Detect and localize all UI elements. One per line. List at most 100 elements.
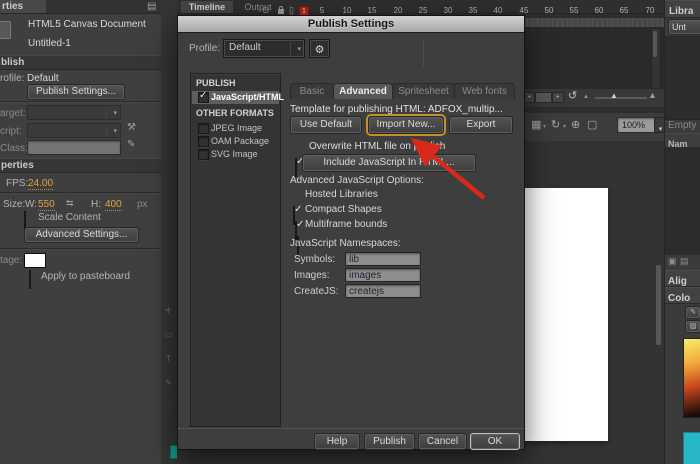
include-javascript-button[interactable]: Include JavaScript In HTML...	[302, 154, 476, 172]
slider-min-icon[interactable]: ▲	[583, 94, 589, 100]
timeline-vertical-scrollbar[interactable]	[651, 28, 661, 89]
tab-output[interactable]: Output	[236, 1, 280, 13]
new-folder-icon[interactable]: ▤	[680, 256, 689, 267]
publish-header: PUBLISH	[196, 78, 236, 88]
images-input[interactable]	[345, 268, 421, 282]
color-panel-header[interactable]: Colo	[665, 287, 700, 304]
use-default-button[interactable]: Use Default	[290, 116, 362, 134]
document-icon	[0, 21, 11, 39]
color-panel-title: Colo	[668, 293, 691, 304]
class-field[interactable]	[27, 140, 121, 155]
tool-icon[interactable]: T	[166, 354, 171, 363]
size-label: Size:	[3, 199, 26, 210]
tab-properties[interactable]: rties	[0, 0, 46, 13]
panel-menu-icon[interactable]: ▤	[147, 1, 156, 12]
tab-basic[interactable]: Basic	[290, 83, 334, 99]
symbols-input[interactable]	[345, 252, 421, 266]
script-dropdown[interactable]: ▾	[27, 123, 121, 138]
format-row-selected[interactable]: JavaScript/HTML	[192, 90, 284, 104]
link-icon[interactable]: ⇆	[66, 198, 74, 209]
align-panel-title: Alig	[668, 276, 687, 287]
tab-web-fonts[interactable]: Web fonts	[454, 83, 515, 99]
apply-pasteboard-checkbox[interactable]	[29, 270, 31, 289]
format-checkbox[interactable]	[198, 149, 209, 160]
scene-clapperboard-icon[interactable]: ▦	[531, 118, 541, 131]
ruler-number: 35	[468, 6, 478, 15]
export-button[interactable]: Export	[449, 116, 513, 134]
timeline-zoom-slider[interactable]	[595, 97, 647, 99]
pencil-icon: ✎	[690, 309, 696, 316]
format-checkbox[interactable]	[198, 90, 209, 103]
wrench-icon[interactable]: ⚒	[127, 122, 136, 133]
ruler-number: 15	[367, 6, 377, 15]
edit-symbols-icon[interactable]: ↻	[551, 118, 560, 131]
cyan-color-swatch[interactable]	[683, 432, 700, 464]
format-checkbox[interactable]	[198, 136, 209, 147]
dialog-profile-dropdown[interactable]: Default ▾	[223, 39, 305, 58]
height-value[interactable]: 400	[105, 199, 122, 211]
advanced-settings-button[interactable]: Advanced Settings...	[24, 227, 139, 243]
dialog-titlebar[interactable]: Publish Settings	[178, 16, 524, 33]
properties-section-header[interactable]: perties	[0, 158, 162, 173]
pencil-icon[interactable]: ✎	[127, 139, 135, 150]
tool-icon[interactable]: ▭	[165, 330, 173, 339]
help-button[interactable]: Help	[314, 433, 360, 450]
ruler-number: 25	[418, 6, 428, 15]
tool-icon[interactable]: ✎	[165, 378, 172, 387]
format-row[interactable]: JPEG Image	[192, 122, 279, 135]
ok-button[interactable]: OK	[470, 433, 520, 450]
tab-timeline[interactable]: Timeline	[181, 1, 233, 13]
fill-color-button[interactable]: ▨	[685, 320, 700, 333]
library-panel-header[interactable]: Libra	[665, 0, 700, 18]
format-label: SVG Image	[211, 149, 258, 159]
stage-color-swatch[interactable]	[24, 253, 46, 268]
tab-advanced[interactable]: Advanced	[333, 83, 393, 99]
publish-button[interactable]: Publish	[364, 433, 415, 450]
other-formats-header: OTHER FORMATS	[196, 108, 274, 118]
ruler-number: 5	[319, 6, 325, 15]
cancel-button[interactable]: Cancel	[418, 433, 467, 450]
format-checkbox[interactable]	[198, 123, 209, 134]
lock-icon[interactable]	[278, 6, 284, 14]
target-dropdown[interactable]: ▾	[27, 105, 121, 120]
format-row[interactable]: SVG Image	[192, 148, 279, 161]
color-gradient-picker[interactable]	[683, 338, 700, 418]
ruler-number: 65	[619, 6, 629, 15]
stroke-color-button[interactable]: ✎	[685, 306, 700, 319]
format-row[interactable]: OAM Package	[192, 135, 279, 148]
publish-section-header[interactable]: blish	[0, 55, 162, 70]
slider-thumb-icon[interactable]: ▲	[610, 91, 618, 100]
app-screen: rties ▤ HTML5 Canvas Document Untitled-1…	[0, 0, 700, 464]
mountain-icon[interactable]: ▲	[648, 90, 657, 100]
undo-icon[interactable]: ↺	[568, 89, 577, 102]
import-new-button[interactable]: Import New...	[368, 116, 444, 134]
width-value[interactable]: 550	[38, 199, 55, 211]
hscroll-thumb[interactable]	[535, 92, 552, 103]
document-name[interactable]: Untitled-1	[28, 38, 71, 49]
document-type: HTML5 Canvas Document	[28, 19, 146, 30]
library-document-dropdown[interactable]: Unt	[668, 19, 700, 35]
stage-vertical-scrollbar-thumb[interactable]	[656, 265, 661, 345]
library-list-area[interactable]	[665, 147, 700, 255]
ruler-number: 45	[519, 6, 529, 15]
scroll-right-icon[interactable]: ▸	[552, 92, 564, 103]
profile-options-button[interactable]: ⚙	[309, 39, 330, 58]
clip-content-icon[interactable]: ▢	[587, 118, 597, 131]
swatch-grid-icon: ▨	[689, 323, 697, 330]
center-frame-icon[interactable]: ⊕	[571, 118, 580, 131]
createjs-input[interactable]	[345, 284, 421, 298]
chevron-down-icon: ▾	[543, 124, 547, 130]
stage-label: tage:	[0, 255, 23, 266]
new-symbol-icon[interactable]: ▣	[668, 256, 677, 267]
scrollbar-thumb[interactable]	[653, 31, 657, 57]
fps-label: FPS:	[6, 178, 29, 189]
properties-panel: rties ▤ HTML5 Canvas Document Untitled-1…	[0, 0, 162, 464]
dialog-profile-label: Profile:	[189, 43, 221, 54]
tool-icon[interactable]: ◌	[165, 402, 170, 411]
align-panel-header[interactable]: Alig	[665, 270, 700, 287]
tool-icon[interactable]: ✛	[165, 306, 172, 315]
fps-value[interactable]: 24.00	[28, 178, 54, 190]
zoom-level-field[interactable]: 100%	[617, 117, 658, 133]
publish-settings-button[interactable]: Publish Settings...	[27, 84, 125, 100]
tab-spritesheet[interactable]: Spritesheet	[392, 83, 455, 99]
